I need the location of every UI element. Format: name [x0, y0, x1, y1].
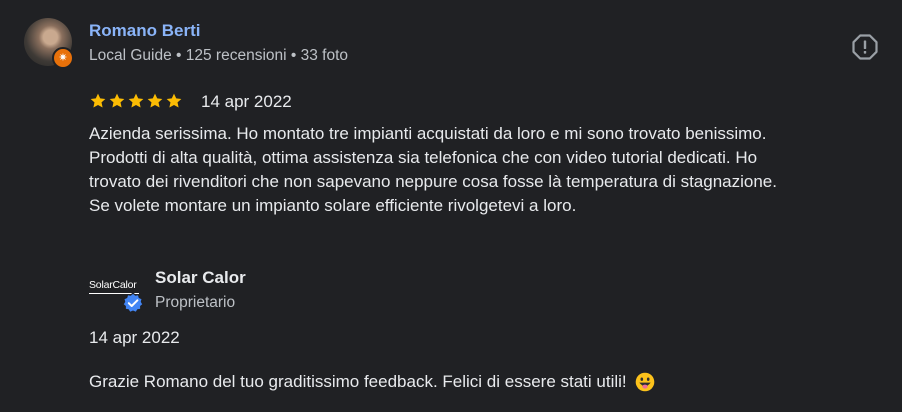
- star-icon: [166, 93, 182, 108]
- report-icon: [852, 34, 878, 60]
- verified-check-icon: [122, 292, 144, 314]
- review-text-line: Azienda serissima. Ho montato tre impian…: [89, 124, 767, 143]
- review-date: 14 apr 2022: [201, 92, 292, 111]
- local-guide-star-icon: ✷: [52, 47, 74, 69]
- review-text-line: Prodotti di alta qualità, ottima assiste…: [89, 148, 758, 167]
- star-icon: [90, 93, 106, 108]
- star-icon: [109, 93, 125, 108]
- review-text-line: trovato dei rivenditori che non sapevano…: [89, 172, 777, 191]
- review-text-line: Se volete montare un impianto solare eff…: [89, 196, 577, 215]
- report-button[interactable]: [852, 34, 878, 60]
- reply-text-content: Grazie Romano del tuo graditissimo feedb…: [89, 372, 627, 391]
- star-rating: [89, 92, 183, 112]
- owner-role: Proprietario: [155, 294, 236, 311]
- reply-text: Grazie Romano del tuo graditissimo feedb…: [89, 372, 655, 392]
- review-card: ✷ Romano Berti Local Guide • 125 recensi…: [0, 0, 902, 412]
- star-icon: [128, 93, 144, 108]
- star-icon: [147, 93, 163, 108]
- reply-date: 14 apr 2022: [89, 328, 180, 347]
- owner-name: Solar Calor: [155, 268, 246, 287]
- author-name-link[interactable]: Romano Berti: [89, 21, 200, 41]
- owner-logo-text: SolarCalor: [89, 279, 137, 291]
- author-meta: Local Guide • 125 recensioni • 33 foto: [89, 47, 349, 64]
- review-text: Azienda serissima. Ho montato tre impian…: [89, 122, 894, 218]
- grinning-tongue-emoji-icon: [635, 372, 654, 392]
